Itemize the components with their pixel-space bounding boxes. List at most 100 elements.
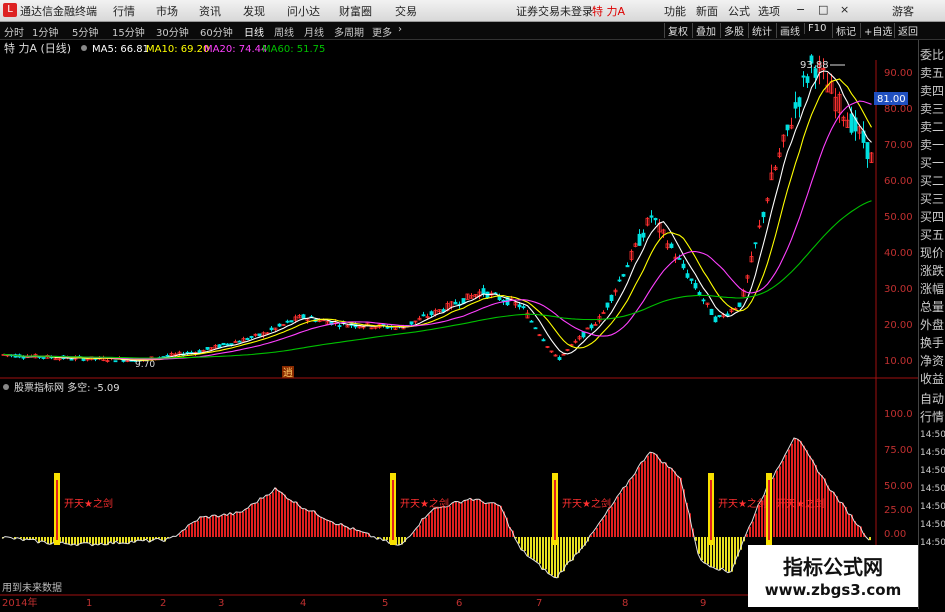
- side-item[interactable]: 卖三: [920, 100, 945, 118]
- quote-side-panel[interactable]: 委比 卖五 卖四 卖三 卖二 卖一 买一 买二 买三 买四 买五 现价 涨跌 涨…: [918, 40, 945, 609]
- candle-body: [785, 124, 790, 131]
- x-tick-label: 1: [86, 598, 92, 609]
- indicator-bar: [548, 537, 550, 574]
- side-item[interactable]: 涨跌: [920, 262, 945, 280]
- indicator-bar: [773, 477, 775, 537]
- indicator-bar: [398, 537, 400, 546]
- candle-body: [797, 97, 802, 107]
- indicator-bar: [794, 437, 796, 537]
- indicator-bar: [341, 523, 343, 537]
- menu-item-market[interactable]: 市场: [156, 3, 178, 19]
- side-item[interactable]: 卖一: [920, 136, 945, 154]
- menu-item-new-page[interactable]: 新面: [696, 3, 718, 19]
- indicator-bar: [266, 495, 268, 537]
- minimize-icon[interactable]: −: [796, 3, 805, 16]
- toolbar-back[interactable]: 返回: [894, 23, 921, 38]
- indicator-bar: [602, 519, 604, 537]
- side-item[interactable]: 卖二: [920, 118, 945, 136]
- candle-body: [693, 283, 698, 289]
- toolbar-f10[interactable]: F10: [804, 23, 829, 34]
- side-item[interactable]: 收益: [920, 370, 945, 388]
- side-item[interactable]: 买三: [920, 190, 945, 208]
- kline-chart-svg[interactable]: 特 力A (日线) MA5: 66.81 MA10: 69.20 MA20: 7…: [0, 40, 918, 609]
- indicator-bar: [83, 537, 85, 543]
- tab-15min[interactable]: 15分钟: [112, 24, 145, 39]
- indicator-bar: [422, 518, 424, 537]
- guest-label[interactable]: 游客: [892, 3, 914, 19]
- toolbar-add-watch[interactable]: +自选: [860, 23, 895, 38]
- side-item[interactable]: 净资: [920, 352, 945, 370]
- toolbar-mark[interactable]: 标记: [832, 23, 859, 38]
- toolbar-adjust[interactable]: 复权: [664, 23, 691, 38]
- menu-item-discover[interactable]: 发现: [243, 3, 265, 19]
- tab-30min[interactable]: 30分钟: [156, 24, 189, 39]
- y-tick-label: 90.00: [884, 68, 913, 79]
- settings-dot-icon[interactable]: [81, 45, 87, 51]
- candle-body: [677, 258, 682, 260]
- menu-item-formula[interactable]: 公式: [728, 3, 750, 19]
- indicator-bar: [716, 537, 718, 570]
- login-notice[interactable]: 证券交易未登录: [516, 3, 593, 19]
- indicator-bar: [251, 504, 253, 537]
- toolbar-multi-stock[interactable]: 多股: [720, 23, 747, 38]
- candle-body: [497, 296, 502, 301]
- menu-item-functions[interactable]: 功能: [664, 3, 686, 19]
- side-item[interactable]: 外盘: [920, 316, 945, 334]
- tab-multi-period[interactable]: 多周期: [334, 24, 364, 39]
- indicator-bar: [803, 445, 805, 537]
- side-item[interactable]: 行情: [920, 408, 945, 426]
- side-item[interactable]: 委比: [920, 46, 945, 64]
- indicator-bar: [245, 509, 247, 537]
- tab-5min[interactable]: 5分钟: [72, 24, 98, 39]
- chart-title: 特 力A (日线): [4, 41, 71, 55]
- menu-item-fortune[interactable]: 财富圈: [339, 3, 372, 19]
- indicator-settings-dot-icon[interactable]: [3, 384, 9, 390]
- candle-body: [521, 306, 526, 309]
- indicator-bar: [65, 537, 67, 544]
- indicator-bar: [317, 514, 319, 537]
- side-item[interactable]: 总量: [920, 298, 945, 316]
- toolbar-overlay[interactable]: 叠加: [692, 23, 719, 38]
- menu-item-ask[interactable]: 问小达: [287, 3, 320, 19]
- indicator-bar: [560, 537, 562, 573]
- indicator-note: 用到未来数据: [2, 581, 62, 594]
- menu-item-quotes[interactable]: 行情: [113, 3, 135, 19]
- tab-intraday[interactable]: 分时: [4, 24, 24, 39]
- tab-1min[interactable]: 1分钟: [32, 24, 58, 39]
- tab-weekly[interactable]: 周线: [274, 24, 294, 39]
- indicator-bar: [476, 499, 478, 537]
- tab-daily[interactable]: 日线: [244, 24, 264, 39]
- menu-item-news[interactable]: 资讯: [199, 3, 221, 19]
- side-item[interactable]: 买二: [920, 172, 945, 190]
- toolbar-stats[interactable]: 统计: [748, 23, 775, 38]
- chevron-right-icon[interactable]: ›: [398, 24, 402, 35]
- maximize-icon[interactable]: □: [818, 3, 828, 16]
- close-icon[interactable]: ×: [840, 3, 849, 16]
- indicator-bar: [209, 518, 211, 537]
- side-item[interactable]: 自动: [920, 390, 945, 408]
- tab-more[interactable]: 更多: [372, 24, 392, 39]
- side-item[interactable]: 现价: [920, 244, 945, 262]
- side-item[interactable]: 买四: [920, 208, 945, 226]
- candle-body: [113, 360, 118, 363]
- candle-body: [541, 339, 546, 342]
- side-item[interactable]: 卖四: [920, 82, 945, 100]
- side-item[interactable]: 买一: [920, 154, 945, 172]
- side-item[interactable]: 换手: [920, 334, 945, 352]
- x-tick-label: 3: [218, 598, 224, 609]
- menu-item-trade[interactable]: 交易: [395, 3, 417, 19]
- indicator-bar: [605, 515, 607, 537]
- menu-item-options[interactable]: 选项: [758, 3, 780, 19]
- tab-60min[interactable]: 60分钟: [200, 24, 233, 39]
- chart-area[interactable]: 特 力A (日线) MA5: 66.81 MA10: 69.20 MA20: 7…: [0, 40, 918, 609]
- side-item[interactable]: 卖五: [920, 64, 945, 82]
- tab-monthly[interactable]: 月线: [304, 24, 324, 39]
- x-tick-label: 6: [456, 598, 462, 609]
- toolbar-draw[interactable]: 画线: [776, 23, 803, 38]
- indicator-bar: [725, 537, 727, 571]
- indicator-bar: [842, 502, 844, 537]
- side-item[interactable]: 买五: [920, 226, 945, 244]
- side-item[interactable]: 涨幅: [920, 280, 945, 298]
- candle-body: [625, 265, 630, 268]
- indicator-bar: [434, 508, 436, 537]
